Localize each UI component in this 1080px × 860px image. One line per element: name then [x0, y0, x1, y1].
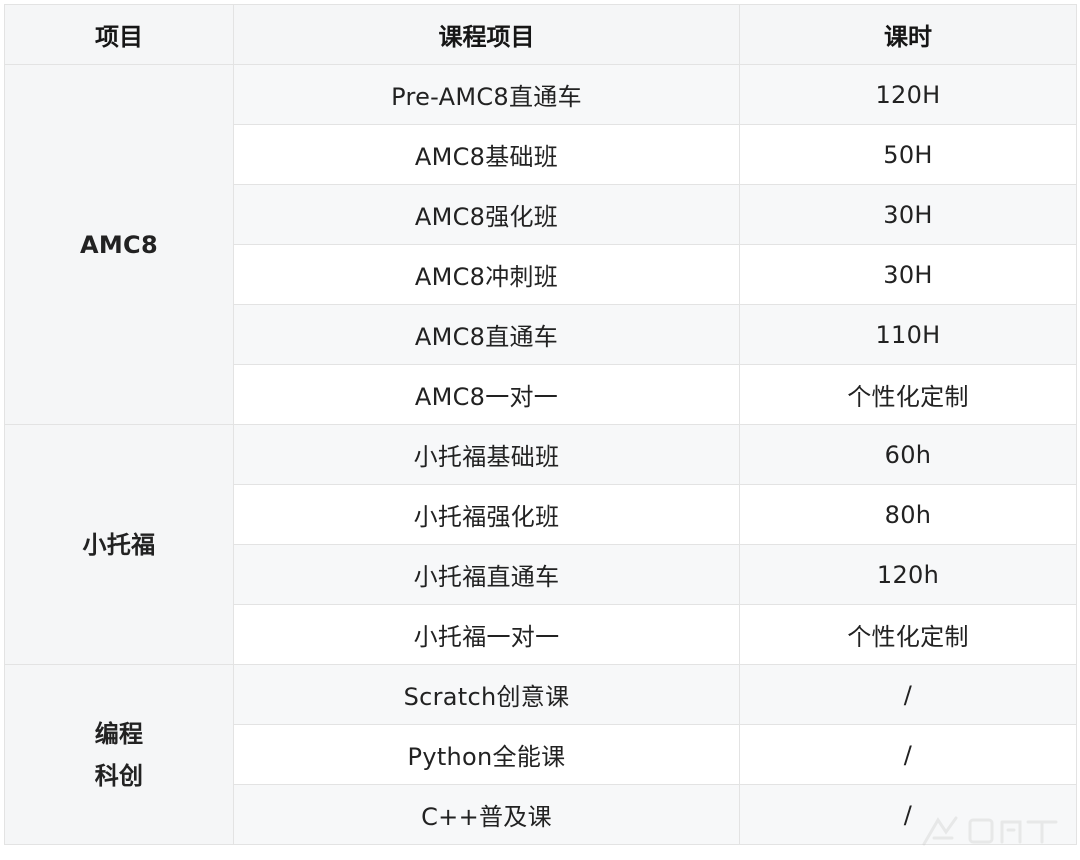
course-cell: 小托福基础班	[233, 424, 740, 485]
header-project: 项目	[4, 4, 234, 65]
hours-cell: 30H	[739, 184, 1077, 245]
hours-cell: 60h	[739, 424, 1077, 485]
hours-cell: 120H	[739, 64, 1077, 125]
project-label: 小托福	[82, 530, 156, 559]
course-cell: 小托福一对一	[233, 604, 740, 665]
header-course: 课程项目	[233, 4, 740, 65]
course-table: 项目 课程项目 课时 AMC8 Pre-AMC8直通车 120H AMC8基础班…	[4, 4, 1077, 845]
course-cell: 小托福直通车	[233, 544, 740, 605]
project-cell-coding: 编程 科创	[4, 664, 234, 845]
course-cell: 小托福强化班	[233, 484, 740, 545]
course-cell: Scratch创意课	[233, 664, 740, 725]
project-cell-toefl-junior: 小托福	[4, 424, 234, 665]
header-hours: 课时	[739, 4, 1077, 65]
hours-cell: /	[739, 664, 1077, 725]
course-cell: C++普及课	[233, 784, 740, 845]
project-label-line-2: 科创	[94, 761, 144, 790]
course-cell: AMC8基础班	[233, 124, 740, 185]
table-row: 小托福 小托福基础班 60h	[4, 424, 1077, 665]
course-cell: AMC8冲刺班	[233, 244, 740, 305]
hours-cell: 30H	[739, 244, 1077, 305]
hours-cell: 50H	[739, 124, 1077, 185]
hours-cell: 110H	[739, 304, 1077, 365]
hours-cell: 120h	[739, 544, 1077, 605]
table-row: AMC8 Pre-AMC8直通车 120H	[4, 64, 1077, 425]
table-row: 编程 科创 Scratch创意课 /	[4, 664, 1077, 845]
course-cell: AMC8一对一	[233, 364, 740, 425]
hours-cell: 个性化定制	[739, 364, 1077, 425]
hours-cell: 个性化定制	[739, 604, 1077, 665]
watermark-graphic	[922, 816, 1058, 846]
project-label: AMC8	[80, 230, 158, 259]
table-body: AMC8 Pre-AMC8直通车 120H AMC8基础班 50H AMC8强化…	[4, 64, 1077, 845]
table-header: 项目 课程项目 课时	[4, 4, 1077, 65]
course-cell: AMC8强化班	[233, 184, 740, 245]
hours-cell: /	[739, 724, 1077, 785]
header-row: 项目 课程项目 课时	[4, 4, 1077, 65]
project-label-line-1: 编程	[94, 719, 144, 748]
hours-cell: 80h	[739, 484, 1077, 545]
course-cell: AMC8直通车	[233, 304, 740, 365]
course-cell: Python全能课	[233, 724, 740, 785]
project-cell-amc8: AMC8	[4, 64, 234, 425]
course-cell: Pre-AMC8直通车	[233, 64, 740, 125]
